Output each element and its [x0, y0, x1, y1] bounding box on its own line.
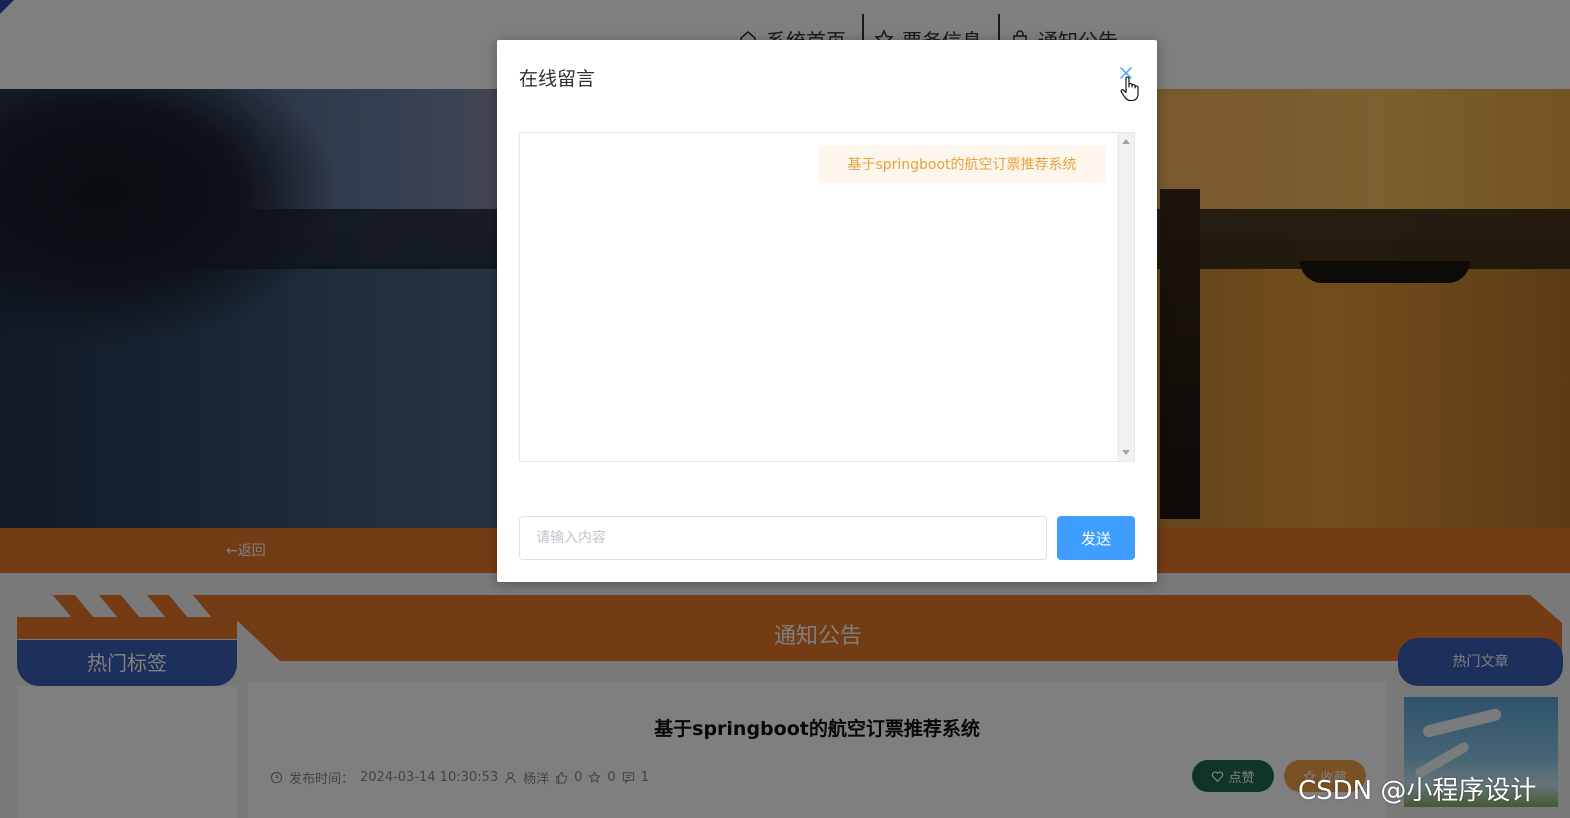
scroll-up-arrow-icon[interactable]	[1122, 139, 1130, 144]
send-button[interactable]: 发送	[1057, 516, 1135, 560]
message-list[interactable]: 基于springboot的航空订票推荐系统	[519, 132, 1135, 462]
scroll-down-arrow-icon[interactable]	[1122, 450, 1130, 455]
message-dialog: 在线留言 基于springboot的航空订票推荐系统 发送	[497, 40, 1157, 582]
scrollbar[interactable]	[1117, 133, 1134, 461]
dialog-title: 在线留言	[519, 68, 596, 90]
message-input[interactable]	[519, 516, 1047, 560]
message-bubble: 基于springboot的航空订票推荐系统	[819, 145, 1105, 183]
watermark: CSDN @小程序设计	[1298, 776, 1537, 806]
hand-pointer-icon	[1120, 76, 1139, 102]
